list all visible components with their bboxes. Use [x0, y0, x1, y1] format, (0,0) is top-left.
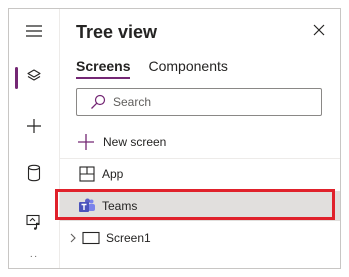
- tree-view-window: ·· Tree view Screens Components Search N…: [8, 8, 341, 269]
- search-input[interactable]: [113, 95, 293, 109]
- layers-icon: [26, 68, 42, 89]
- left-rail: ··: [9, 9, 60, 268]
- plus-icon: [76, 132, 96, 152]
- tree-item-label: Screen1: [106, 231, 151, 245]
- insert-rail-button[interactable]: [9, 108, 59, 148]
- tab-components[interactable]: Components: [148, 58, 227, 79]
- media-rail-button[interactable]: [9, 204, 59, 244]
- tree-item-screen1[interactable]: Screen1: [60, 223, 340, 253]
- search-box[interactable]: [76, 88, 322, 116]
- database-icon: [27, 164, 41, 187]
- tree-view-rail-button[interactable]: [9, 58, 59, 98]
- chevron-right-icon[interactable]: [68, 233, 78, 243]
- tab-screens[interactable]: Screens: [76, 58, 131, 79]
- close-icon: [312, 23, 326, 42]
- close-button[interactable]: [308, 21, 330, 43]
- new-screen-label: New screen: [103, 135, 167, 149]
- screen-icon: [82, 229, 100, 247]
- tab-bar: Screens Components: [76, 58, 228, 79]
- app-grid-icon: [78, 165, 96, 183]
- tree-item-label: Teams: [102, 199, 138, 213]
- more-icon[interactable]: ··: [9, 251, 59, 262]
- hamburger-menu-button[interactable]: [9, 13, 59, 53]
- data-rail-button[interactable]: [9, 155, 59, 195]
- new-screen-button[interactable]: New screen: [76, 131, 166, 153]
- hamburger-menu-icon: [25, 24, 43, 43]
- tree-view-panel: Tree view Screens Components New scre: [60, 9, 340, 268]
- tree-item-label: App: [102, 167, 124, 181]
- panel-title: Tree view: [76, 22, 158, 42]
- teams-icon: [78, 197, 96, 215]
- plus-icon: [25, 117, 43, 140]
- media-icon: [25, 213, 43, 236]
- search-icon: [89, 93, 107, 111]
- tree-item-teams[interactable]: Teams: [60, 191, 340, 221]
- tree-item-app[interactable]: App: [60, 159, 340, 189]
